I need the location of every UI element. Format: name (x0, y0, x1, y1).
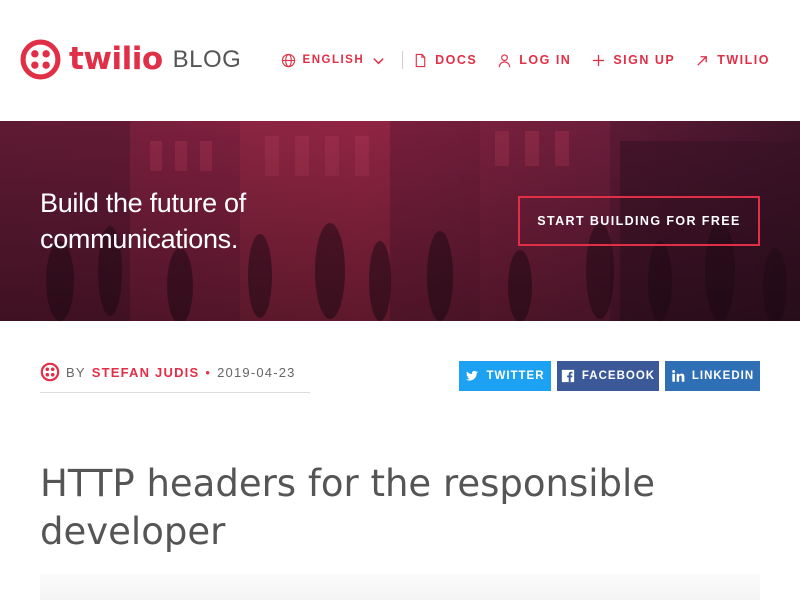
external-arrow-icon (697, 55, 708, 66)
share-twitter-label: TWITTER (486, 370, 545, 382)
author-link[interactable]: STEFAN JUDIS (92, 365, 200, 380)
hero-headline-line1: Build the future of (40, 188, 246, 218)
twilio-logo-icon (20, 39, 61, 80)
language-label: ENGLISH (302, 54, 365, 66)
globe-icon (281, 53, 295, 67)
facebook-icon (561, 369, 575, 383)
hero-headline: Build the future of communications. (40, 185, 246, 257)
nav-signup-label: SIGN UP (613, 53, 676, 67)
nav-login-link[interactable]: LOG IN (497, 53, 571, 68)
plus-icon (593, 54, 605, 66)
share-facebook-button[interactable]: FACEBOOK (557, 361, 659, 391)
user-icon (499, 53, 511, 67)
meta-separator: • (205, 365, 212, 380)
twilio-logo[interactable]: twilio BLOG (20, 39, 241, 80)
nav-signup-link[interactable]: SIGN UP (591, 53, 675, 68)
nav-divider (402, 51, 404, 69)
share-linkedin-button[interactable]: LINKEDIN (665, 361, 760, 391)
twitter-icon (466, 370, 479, 381)
nav-docs-label: DOCS (435, 53, 478, 67)
nav-login-label: LOG IN (519, 53, 572, 67)
nav-twilio-label: TWILIO (717, 53, 770, 67)
language-selector[interactable]: ENGLISH (281, 53, 387, 68)
nav-twilio-link[interactable]: TWILIO (695, 53, 770, 68)
share-facebook-label: FACEBOOK (581, 370, 656, 382)
brand-section: BLOG (172, 45, 242, 73)
document-icon (415, 53, 426, 67)
site-header: twilio BLOG ENGLISH DOCS LOG IN SIGN UP … (0, 0, 800, 121)
byline-prefix: BY (66, 365, 86, 380)
chevron-down-icon (373, 57, 384, 64)
post-date: 2019-04-23 (217, 365, 296, 380)
start-building-button[interactable]: START BUILDING FOR FREE (518, 196, 760, 246)
brand-name: twilio (69, 41, 163, 77)
author-avatar-icon (40, 362, 60, 382)
post-title: HTTP headers for the responsible develop… (40, 462, 656, 553)
content-preview (40, 574, 760, 600)
hero-headline-line2: communications. (40, 224, 239, 254)
top-nav: ENGLISH DOCS LOG IN SIGN UP TWILIO (281, 50, 770, 70)
share-twitter-button[interactable]: TWITTER (459, 361, 551, 391)
share-linkedin-label: LINKEDIN (691, 370, 755, 382)
linkedin-icon (672, 370, 685, 382)
post-meta: BY STEFAN JUDIS • 2019-04-23 (40, 362, 310, 393)
nav-docs-link[interactable]: DOCS (413, 53, 477, 68)
